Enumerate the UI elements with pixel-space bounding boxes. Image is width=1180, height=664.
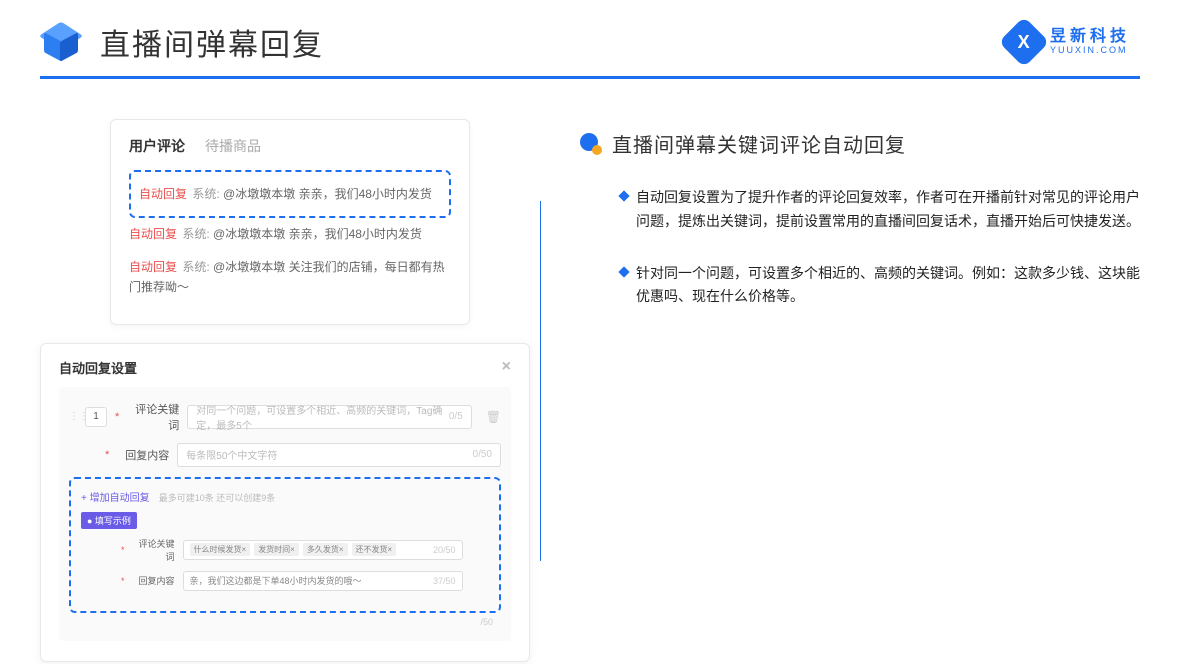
brand-block: X 昱新科技 YUUXIN.COM: [1006, 24, 1130, 60]
section-heading: 直播间弹幕关键词评论自动回复: [580, 129, 1140, 158]
auto-reply-tag: 自动回复: [129, 227, 177, 241]
page-title: 直播间弹幕回复: [100, 20, 324, 64]
bullet-item: 针对同一个问题，可设置多个相近的、高频的关键词。例如：这款多少钱、这块能优惠吗、…: [580, 262, 1140, 310]
brand-url: YUUXIN.COM: [1050, 46, 1130, 56]
counter: 0/50: [467, 449, 492, 460]
section-title-text: 直播间弹幕关键词评论自动回复: [612, 129, 906, 158]
bullet-text: 针对同一个问题，可设置多个相近的、高频的关键词。例如：这款多少钱、这块能优惠吗、…: [636, 262, 1140, 310]
diamond-icon: [618, 266, 629, 277]
system-tag: 系统:: [182, 227, 209, 241]
counter: 0/5: [443, 411, 463, 422]
ex-reply-value: 亲，我们这边都是下单48小时内发货的哦～: [190, 574, 362, 587]
required-star: *: [115, 411, 119, 423]
comment-text: @冰墩墩本墩 亲亲，我们48小时内发货: [223, 187, 432, 201]
example-badge: ● 填写示例: [81, 512, 137, 529]
system-tag: 系统:: [182, 260, 209, 274]
required-star: *: [105, 449, 109, 461]
comment-row: 自动回复 系统: @冰墩墩本墩 关注我们的店铺，每日都有热门推荐呦～: [129, 251, 451, 304]
slide-header: 直播间弹幕回复 X 昱新科技 YUUXIN.COM: [0, 0, 1180, 76]
counter: 20/50: [433, 545, 456, 555]
index-badge: 1: [85, 407, 107, 427]
cube-icon: [40, 21, 82, 63]
keyword-label: 评论关键词: [127, 401, 179, 433]
ex-reply-input[interactable]: 亲，我们这边都是下单48小时内发货的哦～ 37/50: [183, 571, 463, 591]
close-icon[interactable]: ×: [502, 358, 511, 376]
ex-keyword-input[interactable]: 什么时候发货× 发货时间× 多久发货× 还不发货× 20/50: [183, 540, 463, 560]
ex-reply-label: 回复内容: [133, 574, 175, 587]
system-tag: 系统:: [192, 187, 219, 201]
comment-text: @冰墩墩本墩 亲亲，我们48小时内发货: [213, 227, 422, 241]
auto-reply-tag: 自动回复: [129, 260, 177, 274]
auto-reply-tag: 自动回复: [139, 187, 187, 201]
settings-title: 自动回复设置: [59, 358, 137, 377]
input-placeholder: 对同一个问题，可设置多个相近、高频的关键词，Tag确定，最多5个: [196, 402, 443, 432]
reply-input[interactable]: 每条限50个中文字符 0/50: [177, 443, 501, 467]
input-placeholder: 每条限50个中文字符: [186, 447, 277, 462]
keyword-input[interactable]: 对同一个问题，可设置多个相近、高频的关键词，Tag确定，最多5个 0/5: [187, 405, 471, 429]
counter: 37/50: [433, 576, 456, 586]
comment-row: 自动回复 系统: @冰墩墩本墩 亲亲，我们48小时内发货: [139, 178, 441, 210]
required-star: *: [121, 545, 125, 555]
required-star: *: [121, 576, 125, 586]
header-left: 直播间弹幕回复: [40, 20, 324, 64]
bullet-item: 自动回复设置为了提升作者的评论回复效率，作者可在开播前针对常见的评论用户问题，提…: [580, 186, 1140, 234]
comment-row: 自动回复 系统: @冰墩墩本墩 亲亲，我们48小时内发货: [129, 218, 451, 250]
brand-name: 昱新科技: [1050, 28, 1130, 46]
diamond-icon: [618, 190, 629, 201]
keyword-tag[interactable]: 什么时候发货×: [190, 543, 251, 556]
tab-products[interactable]: 待播商品: [205, 136, 261, 156]
ex-keyword-label: 评论关键词: [133, 537, 175, 563]
brand-logo-icon: X: [999, 17, 1050, 68]
bullet-text: 自动回复设置为了提升作者的评论回复效率，作者可在开播前针对常见的评论用户问题，提…: [636, 186, 1140, 234]
keyword-tag[interactable]: 还不发货×: [352, 543, 397, 556]
outer-counter: /50: [69, 613, 501, 627]
example-section: + 增加自动回复 最多可建10条 还可以创建9条 ● 填写示例 * 评论关键词 …: [69, 477, 501, 613]
connector-line: [540, 201, 558, 561]
drag-handle-icon[interactable]: ⋮⋮: [69, 411, 77, 422]
keyword-tag[interactable]: 发货时间×: [254, 543, 299, 556]
auto-reply-settings-panel: 自动回复设置 × ⋮⋮ 1 * 评论关键词 对同一个问题，可设置多个相近、高频的…: [40, 343, 530, 662]
highlighted-comment: 自动回复 系统: @冰墩墩本墩 亲亲，我们48小时内发货: [129, 170, 451, 218]
comments-panel: 用户评论 待播商品 自动回复 系统: @冰墩墩本墩 亲亲，我们48小时内发货 自…: [110, 119, 470, 325]
keyword-tag[interactable]: 多久发货×: [303, 543, 348, 556]
bullet-icon: [580, 133, 602, 155]
add-hint: 最多可建10条 还可以创建9条: [159, 493, 276, 503]
tab-user-comments[interactable]: 用户评论: [129, 136, 185, 156]
reply-label: 回复内容: [117, 447, 169, 463]
delete-icon[interactable]: 🗑: [480, 410, 501, 424]
add-auto-reply-link[interactable]: + 增加自动回复: [81, 489, 150, 504]
